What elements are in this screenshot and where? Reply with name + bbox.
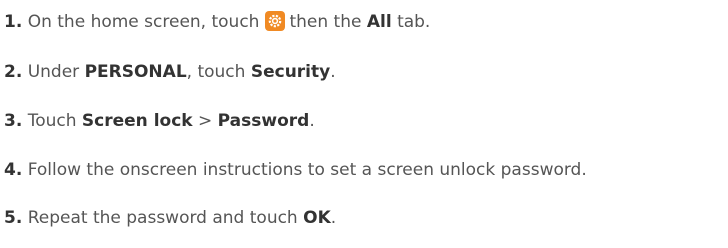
step-text: Touch [27, 111, 77, 131]
step-text: . [309, 111, 315, 131]
step-4: 4. Follow the onscreen instructions to s… [4, 156, 587, 184]
step-text: Follow the onscreen instructions to set … [27, 160, 587, 180]
step-text: tab. [397, 12, 431, 32]
step-text: > [198, 111, 213, 131]
step-text: . [330, 208, 337, 228]
step-text: On the home screen, touch [27, 12, 260, 32]
ok-button-label: OK [303, 208, 331, 228]
step-text: then the [289, 12, 362, 32]
step-number: 2. [4, 62, 23, 82]
step-text: Under [27, 62, 80, 82]
personal-section-label: PERSONAL [84, 62, 187, 82]
all-tab-label: All [366, 12, 392, 32]
step-1: 1. On the home screen, touch then the All… [4, 8, 430, 36]
step-3: 3. Touch Screen lock > Password. [4, 107, 315, 135]
password-option-label: Password [217, 111, 310, 131]
step-text: , touch [186, 62, 246, 82]
screen-lock-label: Screen lock [81, 111, 193, 131]
settings-gear-icon [265, 11, 286, 31]
step-text: Repeat the password and touch [27, 208, 298, 228]
step-number: 3. [4, 111, 23, 131]
step-2: 2. Under PERSONAL, touch Security. [4, 58, 336, 86]
step-5: 5. Repeat the password and touch OK. [4, 204, 336, 232]
step-text: . [330, 62, 336, 82]
step-number: 1. [4, 12, 23, 32]
security-menu-label: Security [250, 62, 331, 82]
step-number: 5. [4, 208, 23, 228]
step-number: 4. [4, 160, 23, 180]
